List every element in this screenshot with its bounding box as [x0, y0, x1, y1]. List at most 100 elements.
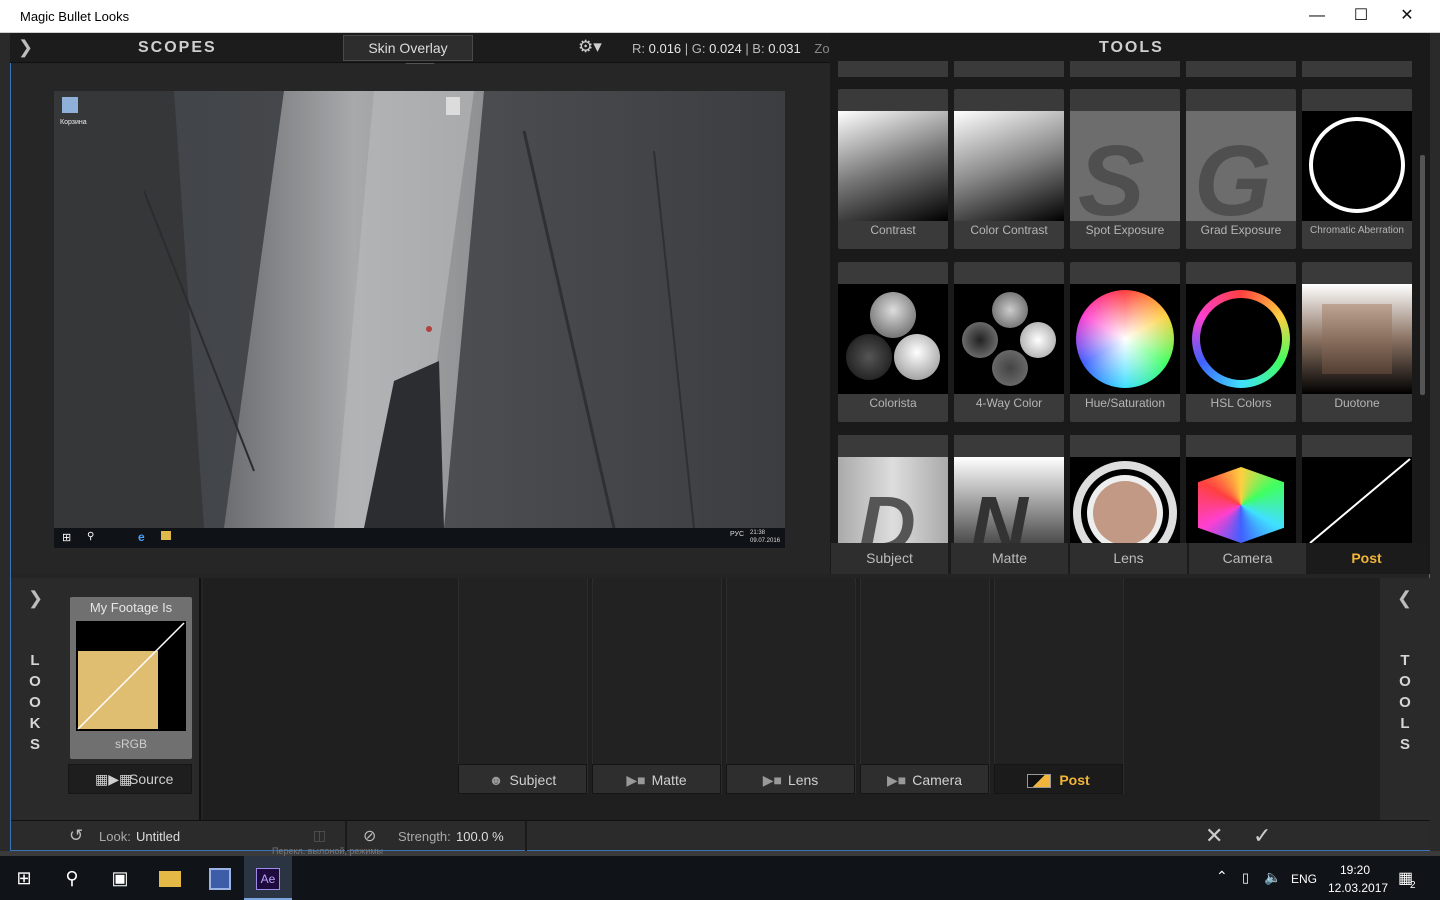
window-title: Magic Bullet Looks — [20, 9, 130, 24]
tray-time: 21:38 — [750, 530, 766, 536]
windows-start-icon[interactable]: ⊞ — [0, 856, 48, 900]
skin-overlay-button[interactable]: Skin Overlay — [343, 35, 473, 61]
chromatic-aberration-icon — [1302, 111, 1412, 221]
search-icon[interactable]: ⚲ — [48, 856, 96, 900]
tool-label: Duotone — [1334, 396, 1380, 410]
chain-slot-lens[interactable] — [726, 578, 856, 794]
four-way-color-icon — [954, 284, 1064, 394]
g-value: 0.024 — [709, 41, 742, 56]
tool-label: 4-Way Color — [975, 396, 1043, 410]
hue-saturation-icon — [1070, 284, 1180, 394]
tool-card-partial[interactable] — [838, 61, 948, 77]
language-indicator[interactable]: ENG — [1291, 872, 1317, 886]
tool-duotone[interactable]: Duotone — [1302, 262, 1412, 422]
save-look-icon[interactable]: ◫ — [313, 827, 326, 844]
tab-lens[interactable]: Lens — [1070, 543, 1188, 574]
minimize-button[interactable]: — — [1294, 0, 1340, 32]
tool-contrast[interactable]: Contrast — [838, 89, 948, 249]
floppy-app-icon[interactable] — [196, 856, 244, 900]
tool-matte-n[interactable]: N — [954, 435, 1064, 543]
chain-subject-button[interactable]: ☻ Subject — [458, 764, 587, 794]
after-effects-icon[interactable]: Ae — [244, 856, 292, 900]
tool-label: Color Contrast — [970, 223, 1048, 237]
tools-sidebar[interactable]: ❮ TOOLS — [1380, 578, 1430, 820]
tool-camera-cube[interactable] — [1186, 435, 1296, 543]
chevron-right-icon[interactable]: ❯ — [28, 588, 43, 609]
task-view-icon[interactable]: ▣ — [96, 856, 144, 900]
tab-post[interactable]: Post — [1308, 543, 1426, 574]
zoom-label: Zo — [814, 41, 830, 56]
tool-color-contrast[interactable]: Color Contrast — [954, 89, 1064, 249]
contrast-thumb — [838, 111, 948, 221]
tool-4-way-color[interactable]: 4-Way Color — [954, 262, 1064, 422]
strength-value[interactable]: 100.0 % — [456, 829, 504, 844]
source-button[interactable]: ▦▶▦ Source — [68, 764, 192, 794]
volume-icon[interactable]: 🔈 — [1264, 869, 1281, 886]
tool-chromatic-aberration[interactable]: Chromatic Aberration — [1302, 89, 1412, 249]
tool-card-partial[interactable] — [1070, 61, 1180, 77]
post-icon — [1027, 774, 1052, 789]
tray-chevron-up-icon[interactable]: ⌃ — [1216, 868, 1228, 885]
tray-lang: РУС — [730, 531, 745, 538]
hsl-colors-icon — [1186, 284, 1296, 394]
tool-card-partial[interactable] — [1186, 61, 1296, 77]
chain-subject-label: Subject — [509, 772, 557, 788]
looks-vertical-label: LOOKS — [29, 652, 41, 753]
tool-spot-exposure[interactable]: S Spot Exposure — [1070, 89, 1180, 249]
tool-hsl-colors[interactable]: HSL Colors — [1186, 262, 1296, 422]
chain-slot-camera[interactable] — [860, 578, 990, 794]
tool-card-partial[interactable] — [1302, 61, 1412, 77]
chain-post-label: Post — [1059, 772, 1090, 788]
chevron-right-icon[interactable]: ❯ — [18, 37, 33, 58]
chevron-left-icon[interactable]: ❮ — [1397, 588, 1412, 609]
tool-post-line[interactable] — [1302, 435, 1412, 543]
my-footage-title: My Footage Is — [89, 600, 173, 615]
tool-lens-ring[interactable] — [1070, 435, 1180, 543]
looks-sidebar[interactable]: ❯ LOOKS — [11, 578, 61, 820]
footage-curve — [76, 621, 186, 731]
tools-panel: TOOLS Contrast Color Contrast S Spot Exp… — [830, 33, 1430, 574]
chain-post-button[interactable]: Post — [994, 764, 1123, 794]
look-label: Look: — [99, 829, 131, 844]
tool-card-partial[interactable] — [954, 61, 1064, 77]
disable-icon[interactable]: ⊘ — [363, 826, 376, 846]
tab-matte[interactable]: Matte — [951, 543, 1069, 574]
maximize-button[interactable]: ☐ — [1338, 0, 1384, 32]
file-explorer-icon[interactable] — [146, 856, 194, 900]
preview-image[interactable]: Корзина — [54, 91, 785, 548]
tool-hue-saturation[interactable]: Hue/Saturation — [1070, 262, 1180, 422]
b-value: 0.031 — [768, 41, 801, 56]
chain-slot-post[interactable] — [994, 578, 1124, 794]
person-icon: ☻ — [488, 772, 504, 788]
chain-slot-matte[interactable] — [592, 578, 722, 794]
tab-subject[interactable]: Subject — [831, 543, 949, 574]
clock-time[interactable]: 19:20 — [1340, 863, 1370, 877]
chain-slot-subject[interactable] — [458, 578, 588, 794]
confirm-check-icon[interactable]: ✓ — [1253, 823, 1271, 849]
cancel-icon[interactable]: ✕ — [1205, 823, 1223, 849]
tools-title: TOOLS — [1099, 39, 1164, 56]
reset-icon[interactable]: ↺ — [69, 826, 83, 846]
scrollbar-thumb[interactable] — [1420, 155, 1425, 395]
folder-icon — [161, 531, 171, 540]
battery-icon[interactable]: ▯ — [1242, 870, 1249, 886]
b-label: | B: — [745, 41, 765, 56]
gear-icon[interactable]: ⚙▾ — [578, 37, 602, 57]
color-readout: R: 0.016 | G: 0.024 | B: 0.031 Zo — [632, 41, 830, 56]
close-window-button[interactable]: ✕ — [1384, 0, 1430, 32]
spot-exposure-icon: S — [1070, 111, 1180, 221]
tab-camera[interactable]: Camera — [1189, 543, 1307, 574]
my-footage-card[interactable]: My Footage Is sRGB — [70, 597, 192, 759]
chain-lens-button[interactable]: ▶■ Lens — [726, 764, 855, 794]
chain-camera-button[interactable]: ▶■ Camera — [860, 764, 989, 794]
chain-matte-label: Matte — [651, 772, 687, 788]
duotone-icon — [1302, 284, 1412, 394]
tool-subject-d[interactable]: D — [838, 435, 948, 543]
tool-label: Hue/Saturation — [1084, 396, 1166, 410]
clock-date[interactable]: 12.03.2017 — [1328, 881, 1388, 895]
n-icon: N — [970, 480, 1028, 544]
tool-grad-exposure[interactable]: G Grad Exposure — [1186, 89, 1296, 249]
tool-colorista[interactable]: Colorista — [838, 262, 948, 422]
chain-matte-button[interactable]: ▶■ Matte — [592, 764, 721, 794]
tools-vertical-label: TOOLS — [1399, 652, 1411, 753]
